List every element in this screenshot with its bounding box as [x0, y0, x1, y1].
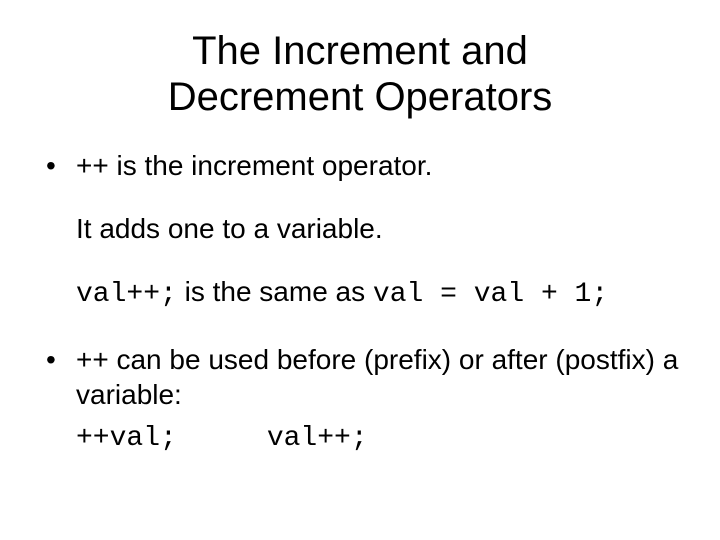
bullet1-line2: It adds one to a variable.	[76, 211, 690, 246]
bullet2-text: ++ can be used before (prefix) or after …	[76, 344, 678, 410]
code-valpp: val++;	[76, 279, 177, 310]
title-line-1: The Increment and	[192, 29, 528, 73]
code-postfix: val++;	[267, 423, 368, 454]
bullet-item-2: ++ can be used before (prefix) or after …	[30, 342, 690, 456]
title-line-2: Decrement Operators	[168, 75, 553, 119]
bullet2-example: ++val; val++;	[76, 418, 690, 456]
bullet-list: ++ is the increment operator. It adds on…	[30, 148, 690, 456]
bullet1-mid: is the same as	[177, 276, 373, 307]
bullet-item-1: ++ is the increment operator. It adds on…	[30, 148, 690, 312]
bullet1-example: val++; is the same as val = val + 1;	[76, 274, 690, 312]
code-assign: val = val + 1;	[373, 279, 608, 310]
bullet1-line1: ++ is the increment operator.	[76, 150, 432, 181]
slide-title: The Increment and Decrement Operators	[30, 28, 690, 120]
code-prefix: ++val;	[76, 423, 177, 454]
